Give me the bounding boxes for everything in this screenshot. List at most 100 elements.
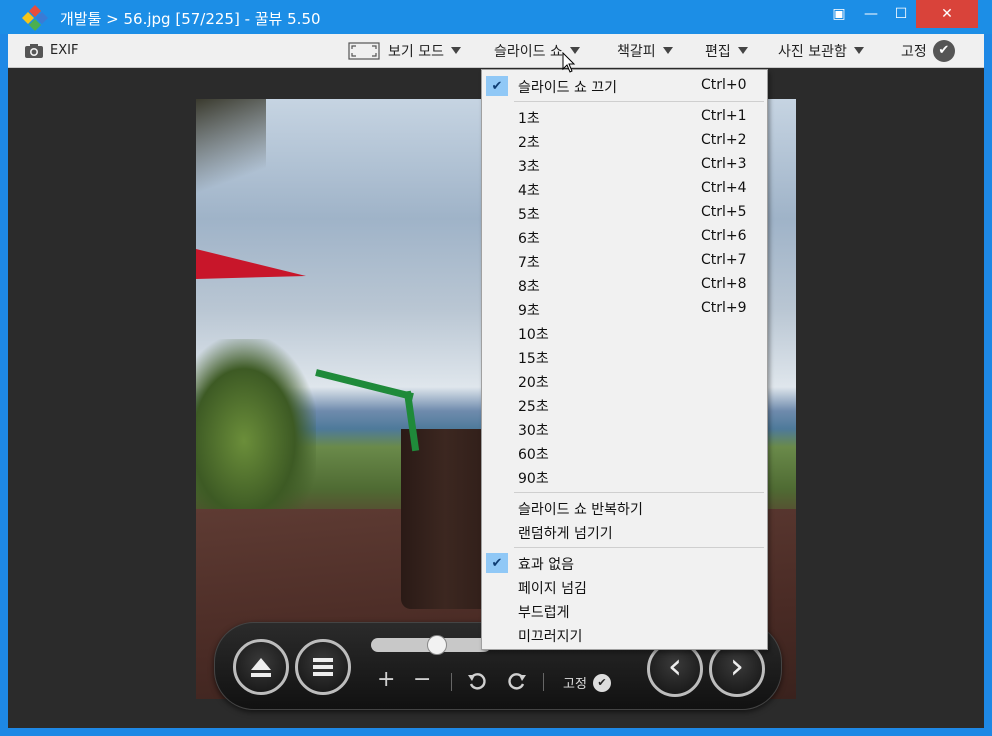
zoom-in-button[interactable]: + xyxy=(377,669,395,691)
menu-item-repeat[interactable]: 슬라이드 쇼 반복하기 xyxy=(482,496,767,520)
eject-button[interactable] xyxy=(233,639,289,695)
title-bar: 개발툴 > 56.jpg [57/225] - 꿀뷰 5.50 ▣ — ☐ ✕ xyxy=(0,0,992,34)
menu-item-label: 25초 xyxy=(518,399,549,415)
menu-item-effect[interactable]: 미끄러지기 xyxy=(482,623,767,647)
menu-item-stop-slideshow[interactable]: ✔ 슬라이드 쇼 끄기 Ctrl+0 xyxy=(482,74,767,98)
menu-item-label: 7초 xyxy=(518,255,540,271)
menu-item-label: 6초 xyxy=(518,231,540,247)
photo-archive-menu[interactable]: 사진 보관함 xyxy=(778,34,864,67)
photo-archive-label: 사진 보관함 xyxy=(778,43,847,60)
menu-item-label: 부드럽게 xyxy=(518,605,570,621)
window-title: 개발툴 > 56.jpg [57/225] - 꿀뷰 5.50 xyxy=(60,10,321,28)
menu-item-label: 5초 xyxy=(518,207,540,223)
menu-separator xyxy=(514,547,764,548)
minimize-button[interactable]: — xyxy=(856,0,886,28)
chevron-down-icon xyxy=(450,47,461,54)
menu-item-interval[interactable]: 1초 Ctrl+1 xyxy=(482,105,767,129)
chevron-down-icon xyxy=(853,47,864,54)
mini-mode-button[interactable]: ▣ xyxy=(826,0,852,28)
menu-item-interval[interactable]: 20초 xyxy=(482,369,767,393)
menu-icon xyxy=(313,658,333,676)
menu-item-interval[interactable]: 90초 xyxy=(482,465,767,489)
menu-item-label: 효과 없음 xyxy=(518,557,574,573)
menu-item-effect[interactable]: 페이지 넘김 xyxy=(482,575,767,599)
chevron-left-icon: ‹ xyxy=(667,646,683,687)
fullscreen-icon xyxy=(348,41,380,60)
menu-item-interval[interactable]: 7초 Ctrl+7 xyxy=(482,249,767,273)
zoom-out-button[interactable]: − xyxy=(413,669,431,691)
menu-item-label: 4초 xyxy=(518,183,540,199)
menu-item-label: 2초 xyxy=(518,135,540,151)
menu-item-interval[interactable]: 2초 Ctrl+2 xyxy=(482,129,767,153)
menu-item-effect[interactable]: 부드럽게 xyxy=(482,599,767,623)
check-circle-icon: ✔ xyxy=(932,39,955,62)
menu-item-shortcut: Ctrl+7 xyxy=(701,252,747,268)
menu-item-label: 1초 xyxy=(518,111,540,127)
menu-item-shortcut: Ctrl+0 xyxy=(701,77,747,93)
menu-item-interval[interactable]: 5초 Ctrl+5 xyxy=(482,201,767,225)
menu-item-random[interactable]: 랜덤하게 넘기기 xyxy=(482,520,767,544)
menu-item-interval[interactable]: 25초 xyxy=(482,393,767,417)
menu-item-interval[interactable]: 3초 Ctrl+3 xyxy=(482,153,767,177)
menu-item-shortcut: Ctrl+6 xyxy=(701,228,747,244)
edit-menu[interactable]: 편집 xyxy=(705,34,748,67)
exif-button[interactable]: EXIF xyxy=(24,34,78,67)
list-button[interactable] xyxy=(295,639,351,695)
menu-item-interval[interactable]: 9초 Ctrl+9 xyxy=(482,297,767,321)
rotate-left-icon[interactable] xyxy=(467,671,487,691)
bookmark-label: 책갈피 xyxy=(617,43,656,60)
menu-item-interval[interactable]: 8초 Ctrl+8 xyxy=(482,273,767,297)
menu-item-label: 슬라이드 쇼 끄기 xyxy=(518,80,618,96)
maximize-icon: ☐ xyxy=(894,6,908,22)
menu-item-shortcut: Ctrl+8 xyxy=(701,276,747,292)
pin-toggle[interactable]: 고정 ✔ xyxy=(563,673,611,692)
menu-item-label: 20초 xyxy=(518,375,549,391)
close-button[interactable]: ✕ xyxy=(916,0,978,28)
app-window: 개발툴 > 56.jpg [57/225] - 꿀뷰 5.50 ▣ — ☐ ✕ … xyxy=(0,0,992,736)
menu-item-interval[interactable]: 4초 Ctrl+4 xyxy=(482,177,767,201)
edit-label: 편집 xyxy=(705,43,731,60)
menu-item-interval[interactable]: 30초 xyxy=(482,417,767,441)
red-umbrella xyxy=(196,249,306,279)
menu-item-label: 8초 xyxy=(518,279,540,295)
toolbar: EXIF 보기 모드 슬라이드 쇼 책갈피 편집 사진 보관함 고정 ✔ xyxy=(8,34,984,68)
slider-handle[interactable] xyxy=(427,635,447,655)
minimize-icon: — xyxy=(864,6,878,22)
menu-item-shortcut: Ctrl+9 xyxy=(701,300,747,316)
menu-item-shortcut: Ctrl+4 xyxy=(701,180,747,196)
menu-item-label: 30초 xyxy=(518,423,549,439)
pin-label: 고정 xyxy=(901,43,927,60)
plants xyxy=(196,339,316,509)
menu-separator xyxy=(514,492,764,493)
pin-button[interactable]: 고정 ✔ xyxy=(901,34,955,67)
menu-item-shortcut: Ctrl+2 xyxy=(701,132,747,148)
camera-icon xyxy=(25,43,43,58)
menu-item-shortcut: Ctrl+1 xyxy=(701,108,747,124)
menu-item-label: 10초 xyxy=(518,327,549,343)
mouse-cursor-icon xyxy=(562,52,576,73)
menu-item-interval[interactable]: 10초 xyxy=(482,321,767,345)
chevron-down-icon xyxy=(662,47,673,54)
menu-item-label: 3초 xyxy=(518,159,540,175)
menu-item-shortcut: Ctrl+5 xyxy=(701,204,747,220)
view-mode-menu[interactable]: 보기 모드 xyxy=(348,34,461,67)
menu-item-label: 60초 xyxy=(518,447,549,463)
bookmark-menu[interactable]: 책갈피 xyxy=(617,34,673,67)
checkmark-icon: ✔ xyxy=(486,553,508,573)
menu-item-interval[interactable]: 60초 xyxy=(482,441,767,465)
rotate-right-icon[interactable] xyxy=(507,671,527,691)
menu-item-effect[interactable]: ✔ 효과 없음 xyxy=(482,551,767,575)
menu-item-label: 랜덤하게 넘기기 xyxy=(518,526,613,542)
check-circle-icon: ✔ xyxy=(592,673,611,692)
chevron-down-icon xyxy=(737,47,748,54)
menu-item-shortcut: Ctrl+3 xyxy=(701,156,747,172)
menu-item-interval[interactable]: 6초 Ctrl+6 xyxy=(482,225,767,249)
menu-item-label: 슬라이드 쇼 반복하기 xyxy=(518,502,643,518)
mini-mode-icon: ▣ xyxy=(832,6,846,22)
straw xyxy=(315,369,414,401)
slideshow-label: 슬라이드 쇼 xyxy=(494,43,563,60)
menu-item-interval[interactable]: 15초 xyxy=(482,345,767,369)
app-logo-icon xyxy=(22,5,48,31)
maximize-button[interactable]: ☐ xyxy=(886,0,916,28)
slideshow-dropdown: ✔ 슬라이드 쇼 끄기 Ctrl+0 1초 Ctrl+1 2초 Ctrl+2 3초 Ctr… xyxy=(481,69,768,650)
